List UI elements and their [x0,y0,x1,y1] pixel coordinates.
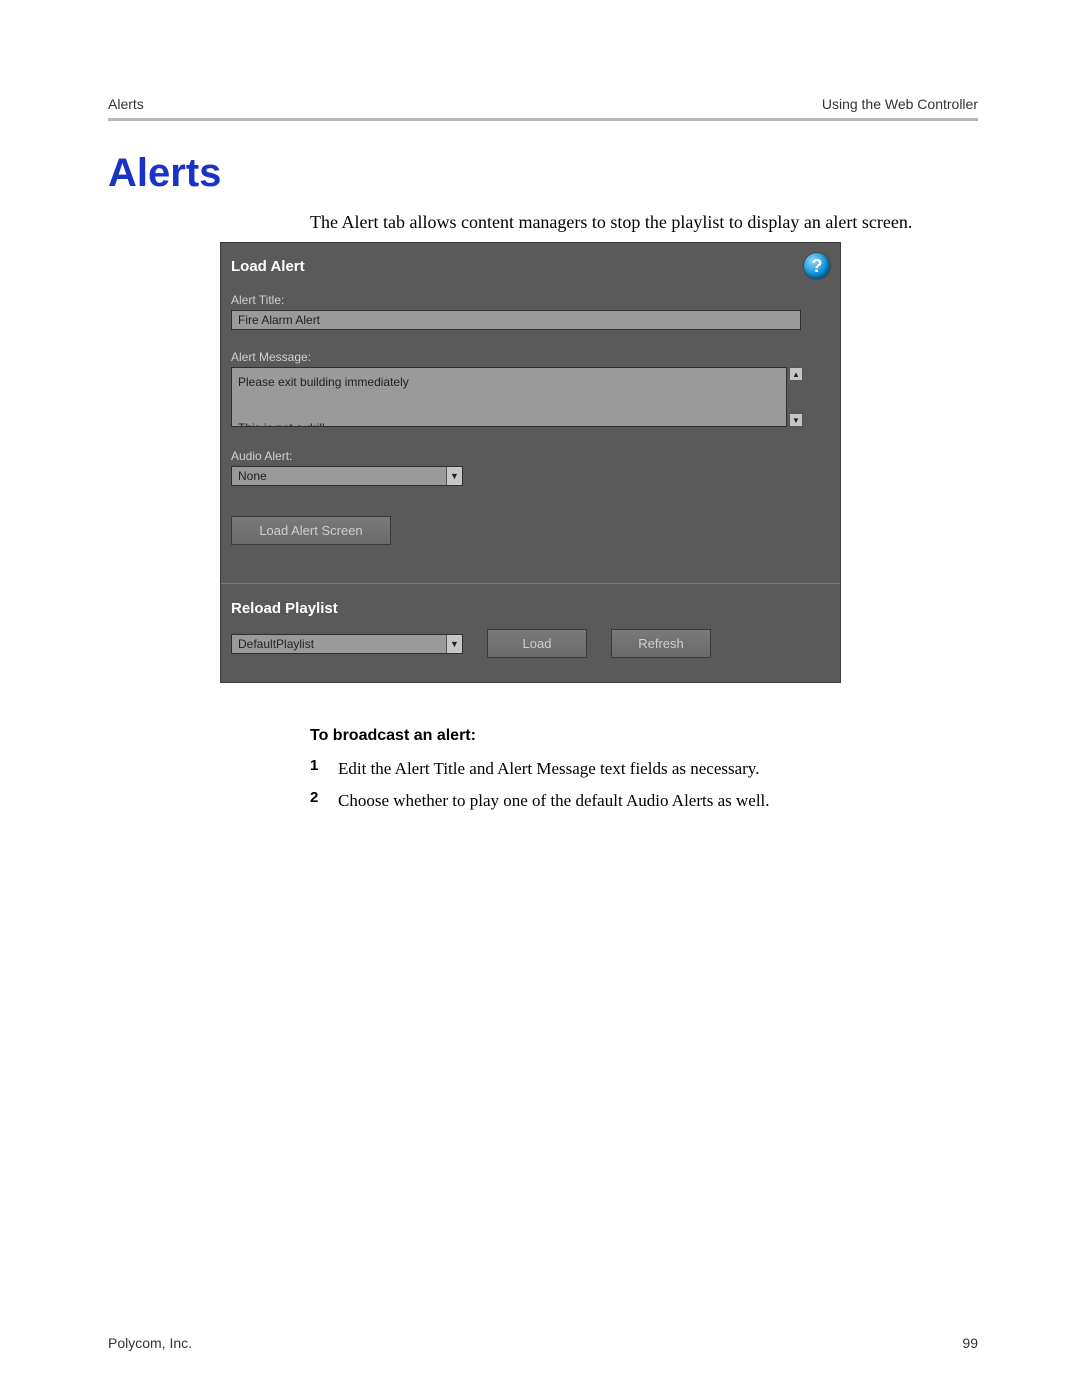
step-number: 2 [310,789,338,813]
audio-alert-label: Audio Alert: [231,449,830,463]
playlist-value: DefaultPlaylist [232,637,446,651]
instruction-step: 1 Edit the Alert Title and Alert Message… [310,757,978,781]
load-alert-heading: Load Alert [231,258,305,275]
panel-divider [221,583,840,584]
step-text: Edit the Alert Title and Alert Message t… [338,757,759,781]
scroll-up-icon[interactable]: ▲ [789,367,803,381]
load-alert-screen-button[interactable]: Load Alert Screen [231,516,391,545]
scroll-down-icon[interactable]: ▼ [789,413,803,427]
refresh-button[interactable]: Refresh [611,629,711,658]
alert-title-label: Alert Title: [231,293,830,307]
help-icon[interactable]: ? [804,253,830,279]
running-header: Alerts Using the Web Controller [108,96,978,118]
alert-message-label: Alert Message: [231,350,830,364]
step-text: Choose whether to play one of the defaul… [338,789,770,813]
chevron-down-icon: ▼ [446,467,462,485]
load-alert-panel: Load Alert ? Alert Title: Alert Message:… [220,242,841,683]
page-title: Alerts [108,151,978,196]
instruction-step: 2 Choose whether to play one of the defa… [310,789,978,813]
reload-playlist-heading: Reload Playlist [221,600,840,629]
alert-message-textarea[interactable] [231,367,787,427]
footer-company: Polycom, Inc. [108,1335,192,1351]
audio-alert-select[interactable]: None ▼ [231,466,463,486]
alert-title-input[interactable] [231,310,801,330]
intro-paragraph: The Alert tab allows content managers to… [310,210,978,234]
header-rule [108,118,978,121]
step-number: 1 [310,757,338,781]
chevron-down-icon: ▼ [446,635,462,653]
textarea-scrollbar[interactable]: ▲ ▼ [789,367,803,427]
load-button[interactable]: Load [487,629,587,658]
footer-page-number: 99 [962,1335,978,1351]
header-left: Alerts [108,96,144,112]
playlist-select[interactable]: DefaultPlaylist ▼ [231,634,463,654]
instructions-heading: To broadcast an alert: [310,727,978,745]
header-right: Using the Web Controller [822,96,978,112]
audio-alert-value: None [232,469,446,483]
page-footer: Polycom, Inc. 99 [108,1335,978,1351]
